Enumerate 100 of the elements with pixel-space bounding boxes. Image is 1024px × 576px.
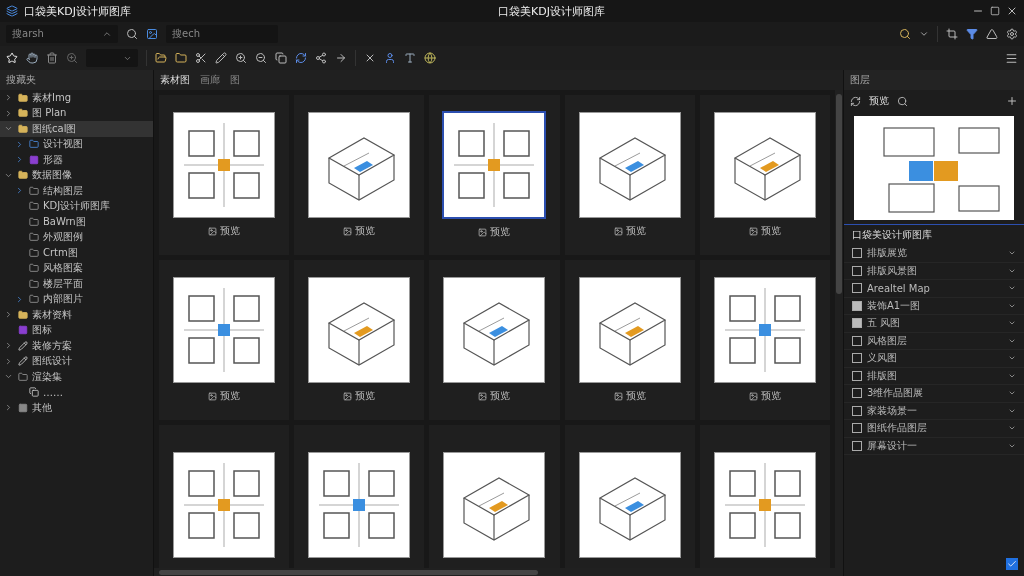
dropdown-field[interactable]: [86, 49, 138, 67]
add-button[interactable]: [1006, 95, 1018, 107]
scrollbar-thumb[interactable]: [836, 94, 842, 294]
zoom-button[interactable]: [66, 52, 78, 64]
checkbox[interactable]: [852, 440, 862, 451]
settings-button[interactable]: [1006, 28, 1018, 40]
checkbox[interactable]: [852, 423, 862, 434]
checkbox[interactable]: [852, 405, 862, 416]
tree-item[interactable]: 图纸设计: [0, 353, 153, 369]
trash-button[interactable]: [46, 52, 58, 64]
zoom-out-button[interactable]: [255, 52, 267, 64]
image-card[interactable]: 预览: [699, 95, 830, 255]
tree-item[interactable]: 内部图片: [0, 291, 153, 307]
hand-button[interactable]: [26, 52, 38, 64]
filter-button[interactable]: [966, 28, 978, 40]
layer-item[interactable]: 五 风图: [844, 315, 1024, 333]
image-card[interactable]: [564, 425, 695, 568]
image-card[interactable]: 预览: [159, 260, 290, 420]
checkbox[interactable]: [852, 300, 862, 311]
image-card[interactable]: 预览: [429, 260, 560, 420]
image-button[interactable]: [146, 28, 158, 40]
checkbox[interactable]: [852, 370, 862, 381]
image-card[interactable]: [159, 425, 290, 568]
preview-tab[interactable]: 预览: [869, 94, 889, 108]
tree-item[interactable]: 素材Img: [0, 90, 153, 106]
folder-button[interactable]: [175, 52, 187, 64]
tree-item[interactable]: 楼层平面: [0, 276, 153, 292]
tree-item[interactable]: 数据图像: [0, 167, 153, 183]
image-card[interactable]: 预览: [699, 260, 830, 420]
layer-item[interactable]: 排版图: [844, 367, 1024, 385]
triangle-button[interactable]: [986, 28, 998, 40]
image-card[interactable]: 预览: [564, 260, 695, 420]
layer-item[interactable]: 排版风景图: [844, 262, 1024, 280]
layer-item[interactable]: 3维作品图展: [844, 385, 1024, 403]
tree-item[interactable]: BaWrn图: [0, 214, 153, 230]
tree-item[interactable]: 风格图案: [0, 260, 153, 276]
checkbox[interactable]: [852, 265, 862, 276]
tree-item[interactable]: 图标: [0, 322, 153, 338]
star-button[interactable]: [6, 52, 18, 64]
search-button[interactable]: [899, 28, 911, 40]
layer-item[interactable]: 义风图: [844, 350, 1024, 368]
gallery-tab[interactable]: 素材图: [160, 73, 190, 87]
scrollbar-thumb[interactable]: [159, 569, 538, 575]
tree-item[interactable]: 设计视图: [0, 136, 153, 152]
pencil-button[interactable]: [215, 52, 227, 64]
layer-item[interactable]: 家装场景一: [844, 402, 1024, 420]
share-button[interactable]: [315, 52, 327, 64]
tree-item[interactable]: 结构图层: [0, 183, 153, 199]
refresh-button[interactable]: [850, 95, 861, 107]
tree-item[interactable]: KDJ设计师图库: [0, 198, 153, 214]
menu-button[interactable]: [1005, 51, 1018, 65]
image-card[interactable]: 预览: [564, 95, 695, 255]
layer-item[interactable]: 风格图层: [844, 332, 1024, 350]
search-field[interactable]: 搜arsh: [6, 25, 118, 43]
layer-item[interactable]: Arealtel Map: [844, 280, 1024, 298]
layer-item[interactable]: 装饰A1一图: [844, 297, 1024, 315]
image-card[interactable]: [699, 425, 830, 568]
tree-item[interactable]: 外观图例: [0, 229, 153, 245]
tree-item[interactable]: 图 Plan: [0, 105, 153, 121]
image-card[interactable]: [429, 425, 560, 568]
checkbox[interactable]: [852, 248, 862, 259]
tree-item[interactable]: 形器: [0, 152, 153, 168]
copy-button[interactable]: [275, 52, 287, 64]
close-button[interactable]: [1006, 5, 1018, 17]
scissors-button[interactable]: [195, 52, 207, 64]
layer-item[interactable]: 图纸作品图层: [844, 420, 1024, 438]
crop-button[interactable]: [946, 28, 958, 40]
checkbox[interactable]: [852, 388, 862, 399]
gallery-tab[interactable]: 画廊: [200, 73, 220, 87]
tree-item[interactable]: ……: [0, 384, 153, 400]
search-button[interactable]: [126, 28, 138, 40]
image-card[interactable]: 预览: [294, 260, 425, 420]
tree-item[interactable]: Crtm图: [0, 245, 153, 261]
arrow-button[interactable]: [335, 52, 347, 64]
gallery-tab[interactable]: 图: [230, 73, 240, 87]
zoom-in-button[interactable]: [235, 52, 247, 64]
globe-button[interactable]: [424, 52, 436, 64]
checkbox[interactable]: [852, 353, 862, 364]
checkbox[interactable]: [852, 335, 862, 346]
maximize-button[interactable]: [990, 6, 1000, 16]
tree-item[interactable]: 图纸cal图: [0, 121, 153, 137]
image-card[interactable]: 预览: [159, 95, 290, 255]
checkbox[interactable]: [852, 318, 862, 329]
tree-item[interactable]: 其他: [0, 400, 153, 416]
caret-button[interactable]: [919, 29, 929, 39]
search-button[interactable]: [897, 95, 908, 107]
tree-item[interactable]: 装修方案: [0, 338, 153, 354]
checkbox[interactable]: [852, 283, 862, 294]
search-field[interactable]: 搜ech: [166, 25, 278, 43]
user-button[interactable]: [384, 52, 396, 64]
layer-item[interactable]: 排版展览: [844, 245, 1024, 263]
tree-item[interactable]: 素材资料: [0, 307, 153, 323]
image-card[interactable]: [294, 425, 425, 568]
tree-item[interactable]: 渲染集: [0, 369, 153, 385]
image-card[interactable]: 预览: [294, 95, 425, 255]
folder-button[interactable]: [155, 52, 167, 64]
refresh-button[interactable]: [295, 52, 307, 64]
layer-item[interactable]: 屏幕设计一: [844, 437, 1024, 455]
text-button[interactable]: [404, 52, 416, 64]
close-button[interactable]: [364, 52, 376, 64]
